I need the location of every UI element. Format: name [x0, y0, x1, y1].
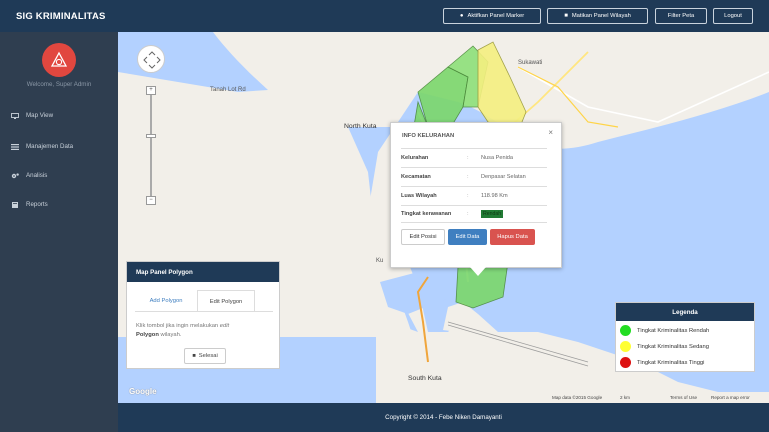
- legend-label: Tingkat Kriminalitas Sedang: [637, 343, 709, 350]
- sidebar-item-reports[interactable]: Reports: [11, 201, 48, 208]
- hapus-data-button[interactable]: Hapus Data: [490, 229, 535, 245]
- logout-button[interactable]: Logout: [713, 8, 753, 24]
- info-row-tingkat-kerawanan: Tingkat kerawanan : Rendah: [401, 205, 547, 223]
- gears-icon: [11, 172, 19, 178]
- info-key: Kelurahan: [401, 154, 429, 161]
- info-key: Luas Wilayah: [401, 192, 437, 199]
- legend-item-tinggi: Tingkat Kriminalitas Tinggi: [620, 357, 704, 368]
- yellow-dot-icon: [620, 341, 631, 352]
- green-dot-icon: [620, 325, 631, 336]
- welcome-text: Welcome, Super Admin: [26, 81, 92, 88]
- info-value: 118.98 Km: [481, 192, 508, 199]
- tab-add-polygon[interactable]: Add Polygon: [135, 290, 197, 312]
- stop-icon: ■: [192, 353, 196, 359]
- info-window-title: INFO KELURAHAN: [402, 133, 455, 139]
- legend-item-sedang: Tingkat Kriminalitas Sedang: [620, 341, 709, 352]
- info-window: INFO KELURAHAN × Kelurahan : Nusa Penida…: [390, 122, 562, 268]
- filter-map-label: Filter Peta: [667, 13, 695, 19]
- sidebar: Welcome, Super Admin Map View Manajemen …: [0, 32, 118, 432]
- activate-marker-panel-label: Aktifkan Panel Marker: [467, 13, 525, 19]
- sidebar-item-analisis[interactable]: Analisis: [11, 172, 47, 179]
- report-error-link[interactable]: Report a map error: [711, 395, 750, 400]
- footer: Copyright © 2014 - Febe Niken Damayanti: [118, 403, 769, 432]
- info-row-kecamatan: Kecamatan : Denpasar Selatan: [401, 167, 547, 185]
- info-key: Kecamatan: [401, 173, 431, 180]
- map-label-kuta: Ku: [376, 258, 384, 264]
- zoom-in-button[interactable]: +: [146, 86, 156, 95]
- map-data-attribution: Map data ©2015 Google: [552, 395, 603, 400]
- info-row-kelurahan: Kelurahan : Nusa Penida: [401, 148, 547, 166]
- terms-link[interactable]: Terms of Use: [670, 395, 697, 400]
- zoom-slider-handle[interactable]: [146, 134, 156, 138]
- google-logo: Google: [129, 387, 157, 396]
- sidebar-item-map-view[interactable]: Map View: [11, 112, 53, 119]
- sidebar-item-label: Map View: [26, 112, 54, 119]
- monitor-icon: [11, 112, 19, 119]
- red-dot-icon: [620, 357, 631, 368]
- map-marker-icon: ●: [459, 13, 464, 19]
- pan-arrows-icon: [143, 51, 161, 69]
- info-row-luas-wilayah: Luas Wilayah : 118.98 Km: [401, 186, 547, 204]
- close-icon[interactable]: ×: [548, 128, 553, 137]
- sidebar-item-label: Manajemen Data: [26, 143, 74, 150]
- map-label-north-kuta: North Kuta: [344, 123, 377, 130]
- logo-icon: [50, 51, 68, 67]
- sidebar-item-manajemen-data[interactable]: Manajemen Data: [11, 143, 73, 150]
- polygon-panel-title: Map Panel Polygon: [127, 262, 279, 282]
- app-title[interactable]: SIG KRIMINALITAS: [16, 11, 106, 22]
- legend-label: Tingkat Kriminalitas Tinggi: [637, 359, 705, 366]
- map-pan-control[interactable]: [137, 45, 165, 73]
- polygon-panel-instruction: Klik tombol jika ingin melakukan edit Po…: [136, 323, 230, 338]
- tab-edit-polygon[interactable]: Edit Polygon: [197, 290, 255, 312]
- selesai-button[interactable]: ■ Selesai: [184, 348, 226, 364]
- map-label-south-kuta: South Kuta: [408, 375, 442, 382]
- footer-copyright: Copyright © 2014 - Febe Niken Damayanti: [385, 414, 502, 421]
- avatar: [42, 43, 76, 77]
- info-value: Nusa Penida: [481, 154, 514, 161]
- sidebar-item-label: Analisis: [26, 172, 48, 179]
- legend-title: Legenda: [616, 303, 754, 321]
- activate-marker-panel-button[interactable]: ● Aktifkan Panel Marker: [443, 8, 541, 24]
- disable-region-panel-button[interactable]: ■ Matikan Panel Wilayah: [547, 8, 648, 24]
- edit-posisi-button[interactable]: Edit Posisi: [401, 229, 445, 245]
- square-icon: ■: [564, 13, 568, 19]
- map-label-tanah: Tanah Lot Rd: [210, 87, 246, 93]
- info-key: Tingkat kerawanan: [401, 211, 452, 217]
- list-icon: [11, 143, 19, 150]
- polygon-panel: Map Panel Polygon Add Polygon Edit Polyg…: [126, 261, 280, 369]
- zoom-out-button[interactable]: −: [146, 196, 156, 205]
- status-badge: Rendah: [481, 210, 504, 218]
- edit-data-button[interactable]: Edit Data: [448, 229, 487, 245]
- selesai-label: Selesai: [198, 353, 218, 359]
- sidebar-item-label: Reports: [26, 201, 48, 208]
- book-icon: [12, 201, 18, 208]
- disable-region-panel-label: Matikan Panel Wilayah: [571, 13, 631, 19]
- map-scale: 2 km: [620, 395, 630, 400]
- top-navbar: SIG KRIMINALITAS: [0, 0, 769, 32]
- info-window-pointer: [470, 267, 486, 276]
- filter-map-button[interactable]: Filter Peta: [655, 8, 707, 24]
- map-label-sukawati: Sukawati: [518, 60, 543, 66]
- legend-panel: Legenda Tingkat Kriminalitas Rendah Ting…: [615, 302, 755, 372]
- zoom-slider-track[interactable]: [150, 90, 152, 200]
- logout-label: Logout: [724, 13, 742, 19]
- legend-label: Tingkat Kriminalitas Rendah: [637, 327, 710, 334]
- legend-item-rendah: Tingkat Kriminalitas Rendah: [620, 325, 709, 336]
- tab-divider: [135, 311, 273, 312]
- info-value: Denpasar Selatan: [481, 173, 526, 180]
